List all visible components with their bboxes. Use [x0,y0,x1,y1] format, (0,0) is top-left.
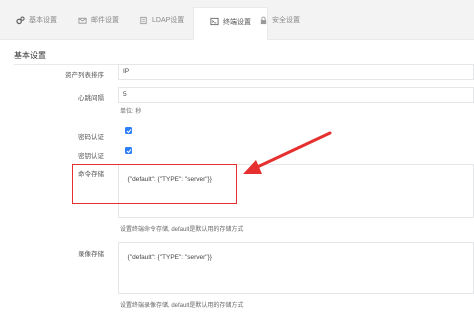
annotation-arrow-icon [243,131,332,174]
